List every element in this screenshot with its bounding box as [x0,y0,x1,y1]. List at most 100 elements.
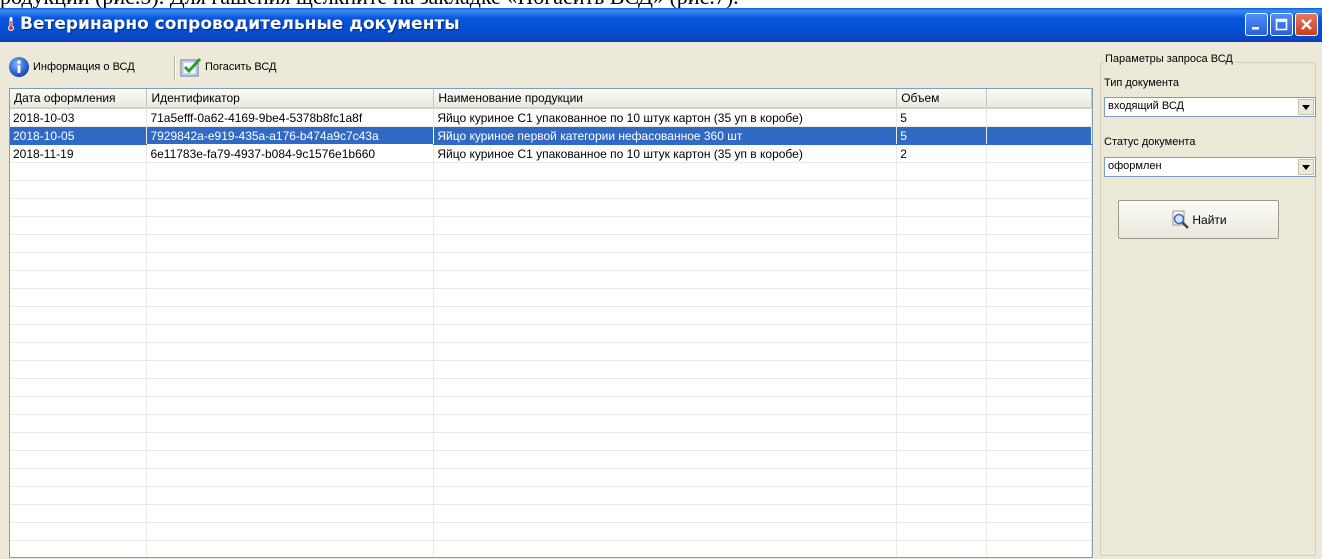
id-cell [146,522,435,541]
filler-cell [986,144,1092,163]
chevron-down-icon [1302,104,1310,110]
search-icon [1172,210,1190,229]
id-cell [146,252,435,271]
status-value: оформлен [1108,160,1162,172]
product-cell [433,288,898,307]
thermometer-icon [8,17,14,31]
status-select[interactable]: оформлен [1104,157,1316,177]
volume-cell [896,288,988,307]
table-row[interactable]: 2018-10-03 71a5efff-0a62-4169-9be4-5378b8… [10,108,1092,127]
column-header-empty [986,89,1092,109]
table-header-row: Дата оформления Идентификатор Наименован… [10,89,1092,109]
id-cell [146,216,435,235]
date-cell [10,252,148,271]
product-cell [433,414,898,433]
product-cell [433,180,898,199]
id-cell [146,162,435,181]
info-button[interactable]: Информация о ВСД [8,54,135,80]
empty-row [10,342,1092,361]
id-cell [146,306,435,325]
doc-type-select[interactable]: входящий ВСД [1104,97,1316,117]
minimize-button[interactable] [1245,13,1268,36]
volume-cell: 5 [896,126,988,145]
product-cell [433,198,898,217]
window-title: Ветеринарно сопроводительные документы [20,14,460,34]
filler-cell [986,324,1092,343]
id-cell [146,342,435,361]
close-button[interactable] [1295,13,1318,36]
minimize-icon [1252,27,1259,30]
date-cell [10,450,148,469]
table-row[interactable]: 2018-11-19 6e11783e-fa79-4937-b084-9c1576… [10,144,1092,163]
column-header-volume[interactable]: Объем [896,89,988,109]
close-icon [1301,19,1312,30]
column-header-id[interactable]: Идентификатор [146,89,435,109]
product-cell [433,252,898,271]
volume-cell [896,414,988,433]
filler-cell [986,288,1092,307]
filler-cell [986,432,1092,451]
empty-row [10,414,1092,433]
date-cell: 2018-11-19 [10,144,148,163]
filler-cell [986,378,1092,397]
date-cell [10,378,148,397]
volume-cell [896,522,988,541]
doc-type-dropdown-button[interactable] [1298,99,1314,115]
maximize-button[interactable] [1270,13,1293,36]
date-cell [10,234,148,253]
info-icon [9,57,29,77]
filler-cell [986,306,1092,325]
repay-button-label: Погасить ВСД [205,61,277,73]
column-header-product[interactable]: Наименование продукции [433,89,898,109]
id-cell [146,234,435,253]
date-cell [10,180,148,199]
info-button-label: Информация о ВСД [33,61,135,73]
filler-cell [986,540,1092,557]
empty-row [10,270,1092,289]
date-cell [10,414,148,433]
product-cell [433,432,898,451]
empty-row [10,522,1092,541]
filler-cell [986,252,1092,271]
title-bar[interactable]: Ветеринарно сопроводительные документы [0,8,1322,42]
find-button[interactable]: Найти [1118,200,1279,239]
volume-cell [896,396,988,415]
volume-cell [896,234,988,253]
id-cell [146,468,435,487]
empty-row [10,216,1092,235]
product-cell [433,234,898,253]
date-cell [10,306,148,325]
volume-cell [896,504,988,523]
product-cell [433,540,898,557]
doc-type-value: входящий ВСД [1108,100,1184,112]
column-header-date[interactable]: Дата оформления [10,89,148,109]
filler-cell [986,360,1092,379]
id-cell [146,198,435,217]
empty-row [10,540,1092,557]
volume-cell [896,450,988,469]
empty-row [10,198,1092,217]
volume-cell [896,324,988,343]
id-cell [146,288,435,307]
empty-row [10,468,1092,487]
volume-cell [896,486,988,505]
date-cell [10,162,148,181]
empty-row [10,306,1092,325]
product-cell [433,468,898,487]
filler-cell [986,198,1092,217]
volume-cell [896,270,988,289]
empty-row [10,234,1092,253]
repay-button[interactable]: Погасить ВСД [180,54,277,80]
maximize-icon [1275,18,1288,31]
filler-cell [986,414,1092,433]
date-cell [10,324,148,343]
empty-row [10,324,1092,343]
id-cell: 7929842a-e919-435a-a176-b474a9c7c43a [146,126,435,145]
empty-row [10,378,1092,397]
id-cell [146,180,435,199]
documents-grid[interactable]: Дата оформления Идентификатор Наименован… [9,88,1093,558]
filler-cell [986,180,1092,199]
id-cell [146,324,435,343]
table-row[interactable]: 2018-10-05 7929842a-e919-435a-a176-b474a9… [10,126,1092,145]
status-dropdown-button[interactable] [1298,159,1314,175]
